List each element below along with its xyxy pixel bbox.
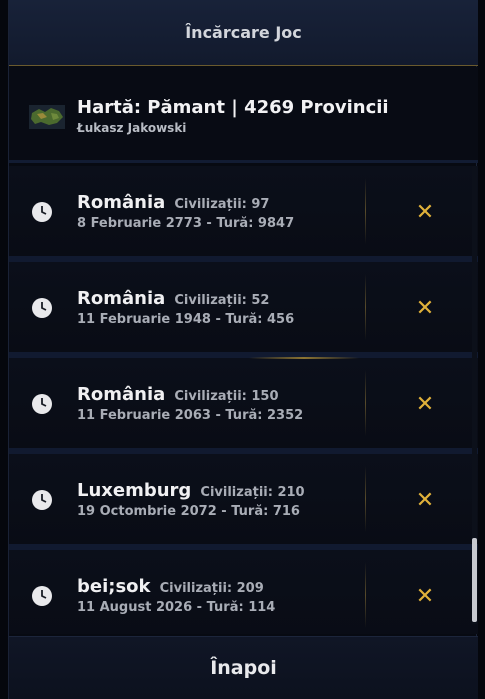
map-title: Hartă: Pămant | 4269 Provincii (77, 97, 389, 118)
save-item[interactable]: România Civilizații: 97 8 Februarie 2773… (9, 166, 478, 262)
delete-save-button[interactable]: ✕ (409, 582, 441, 610)
back-button[interactable]: Înapoi (9, 636, 478, 699)
map-icon (29, 105, 65, 129)
save-title-line: bei;sok Civilizații: 209 (77, 576, 264, 597)
save-details: 8 Februarie 2773 - Tură: 9847 (77, 216, 295, 231)
close-icon: ✕ (415, 391, 435, 417)
divider (365, 466, 366, 532)
save-civ-count: Civilizații: 97 (174, 197, 270, 212)
save-item[interactable]: bei;sok Civilizații: 209 11 August 2026 … (9, 550, 478, 634)
clock-icon (32, 586, 52, 606)
save-civ-name: România (77, 192, 166, 213)
dialog-title: Încărcare Joc (185, 23, 302, 42)
save-civ-name: România (77, 384, 166, 405)
save-item[interactable]: România Civilizații: 52 11 Februarie 194… (9, 262, 478, 358)
divider (365, 274, 366, 340)
save-civ-count: Civilizații: 210 (200, 485, 305, 500)
delete-save-button[interactable]: ✕ (409, 198, 441, 226)
save-civ-count: Civilizații: 150 (174, 389, 279, 404)
save-details: 11 Februarie 1948 - Tură: 456 (77, 312, 295, 327)
save-item[interactable]: Luxemburg Civilizații: 210 19 Octombrie … (9, 454, 478, 550)
save-details: 11 Februarie 2063 - Tură: 2352 (77, 408, 304, 423)
divider (365, 370, 366, 436)
close-icon: ✕ (415, 199, 435, 225)
map-author: Łukasz Jakowski (77, 121, 187, 135)
highlight-glow (249, 357, 359, 359)
divider (365, 562, 366, 628)
back-button-label: Înapoi (210, 657, 277, 679)
save-title-line: România Civilizații: 52 (77, 288, 269, 309)
delete-save-button[interactable]: ✕ (409, 390, 441, 418)
scrollbar-thumb[interactable] (472, 538, 477, 622)
save-title-line: România Civilizații: 150 (77, 384, 279, 405)
close-icon: ✕ (415, 295, 435, 321)
save-details: 11 August 2026 - Tură: 114 (77, 600, 276, 615)
delete-save-button[interactable]: ✕ (409, 294, 441, 322)
save-civ-name: bei;sok (77, 576, 151, 597)
saves-list[interactable]: România Civilizații: 97 8 Februarie 2773… (9, 166, 478, 634)
delete-save-button[interactable]: ✕ (409, 486, 441, 514)
clock-icon (32, 202, 52, 222)
load-game-dialog: Încărcare Joc Hartă: Pămant | 4269 Provi… (8, 0, 478, 699)
divider (365, 178, 366, 244)
clock-icon (32, 298, 52, 318)
save-title-line: România Civilizații: 97 (77, 192, 269, 213)
save-civ-name: România (77, 288, 166, 309)
close-icon: ✕ (415, 583, 435, 609)
save-item[interactable]: România Civilizații: 150 11 Februarie 20… (9, 357, 478, 454)
dialog-header: Încărcare Joc (9, 0, 478, 66)
clock-icon (32, 490, 52, 510)
save-civ-count: Civilizații: 209 (159, 581, 264, 596)
save-details: 19 Octombrie 2072 - Tură: 716 (77, 504, 300, 519)
save-title-line: Luxemburg Civilizații: 210 (77, 480, 305, 501)
scrollbar[interactable] (472, 166, 477, 624)
save-civ-count: Civilizații: 52 (174, 293, 270, 308)
close-icon: ✕ (415, 487, 435, 513)
save-civ-name: Luxemburg (77, 480, 192, 501)
map-info-row: Hartă: Pămant | 4269 Provincii Łukasz Ja… (9, 67, 478, 163)
clock-icon (32, 394, 52, 414)
